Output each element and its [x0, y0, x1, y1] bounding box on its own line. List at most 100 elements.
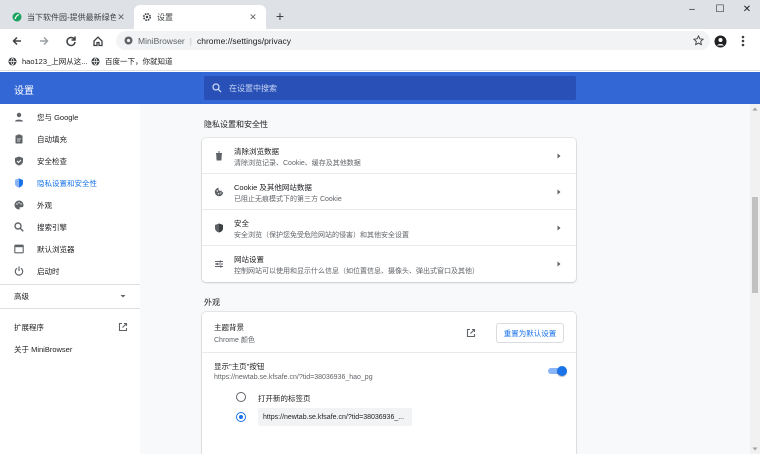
chevron-right-icon: [557, 153, 561, 159]
shield-icon: [15, 178, 23, 188]
row-title: Cookie 及其他网站数据: [234, 183, 312, 192]
bookmark-label: 百度一下，你就知道: [105, 57, 173, 66]
privacy-card: 清除浏览数据 清除浏览记录、Cookie、缓存及其他数据 Cookie 及其他网…: [202, 138, 576, 282]
avatar-icon: [714, 35, 726, 47]
sidebar-item-label: 隐私设置和安全性: [37, 178, 97, 188]
page-title: 设置: [14, 86, 34, 97]
scroll-up-icon[interactable]: [752, 106, 758, 112]
settings-header: 设置 在设置中搜索: [0, 72, 760, 104]
tab-softpark[interactable]: 当下软件园-提供最新绿色软件_纯 ✕: [4, 5, 134, 29]
cookies-row[interactable]: Cookie 及其他网站数据 已阻止无痕模式下的第三方 Cookie: [202, 174, 576, 210]
sidebar-item-label: 高级: [14, 291, 29, 301]
browser-window-icon: [14, 244, 24, 254]
reload-button[interactable]: [61, 31, 81, 51]
forward-button[interactable]: [34, 31, 54, 51]
sliders-icon: [215, 260, 223, 268]
row-subtitle: 安全浏览（保护您免受危险网站的侵害）和其他安全设置: [234, 232, 409, 239]
settings-search-input[interactable]: 在设置中搜索: [204, 76, 576, 100]
page-scrollbar[interactable]: [750, 104, 760, 454]
bookmark-star-icon[interactable]: [693, 35, 704, 46]
menu-button[interactable]: [733, 31, 753, 51]
settings-content: 隐私设置和安全性 清除浏览数据 清除浏览记录、Cookie、缓存及其他数据 Co…: [140, 104, 750, 454]
site-settings-row[interactable]: 网站设置 控制网站可以使用和显示什么信息（如位置信息、摄像头、弹出式窗口及其他）: [202, 246, 576, 282]
power-icon: [14, 266, 24, 276]
open-in-new-icon: [118, 322, 128, 332]
toolbar: MiniBrowser | chrome://settings/privacy: [0, 29, 760, 52]
security-row[interactable]: 安全 安全浏览（保护您免受危险网站的侵害）和其他安全设置: [202, 210, 576, 246]
reset-theme-button[interactable]: 重置为默认设置: [496, 323, 564, 343]
tab-settings[interactable]: 设置 ✕: [134, 5, 266, 29]
bookmark-label: hao123_上网从这...: [22, 57, 88, 66]
search-icon: [212, 83, 222, 93]
sidebar-item-label: 搜索引擎: [37, 222, 67, 232]
row-subtitle: 控制网站可以使用和显示什么信息（如位置信息、摄像头、弹出式窗口及其他）: [234, 268, 479, 275]
sidebar-item-advanced[interactable]: 高级: [0, 285, 140, 307]
profile-button[interactable]: [710, 31, 730, 51]
sidebar-item-label: 关于 MiniBrowser: [14, 344, 73, 354]
tab-title: 当下软件园-提供最新绿色软件_纯: [27, 12, 116, 22]
search-placeholder: 在设置中搜索: [229, 83, 277, 93]
home-button-toggle[interactable]: [548, 366, 567, 376]
chevron-right-icon: [557, 189, 561, 195]
radio-new-tab[interactable]: [236, 392, 246, 402]
bookmark-hao123[interactable]: hao123_上网从这...: [8, 55, 87, 68]
tab-strip: 当下软件园-提供最新绿色软件_纯 ✕ 设置 ✕ + – ☐ ✕: [0, 0, 760, 29]
sidebar-item-about[interactable]: 关于 MiniBrowser: [0, 338, 140, 360]
bookmark-baidu[interactable]: 百度一下，你就知道: [91, 55, 173, 68]
sidebar-divider: [0, 308, 140, 309]
security-shield-icon: [215, 223, 223, 233]
sidebar-item-privacy[interactable]: 隐私设置和安全性: [0, 172, 140, 194]
sidebar-item-label: 启动时: [37, 266, 60, 276]
close-window-button[interactable]: ✕: [733, 0, 760, 18]
globe-icon: [91, 57, 100, 66]
gear-icon: [142, 12, 152, 22]
open-in-new-icon[interactable]: [466, 328, 476, 338]
reload-icon: [66, 36, 76, 47]
back-button[interactable]: [7, 31, 27, 51]
sidebar-item-safety-check[interactable]: 安全检查: [0, 150, 140, 172]
sidebar-item-extensions[interactable]: 扩展程序: [0, 316, 140, 338]
address-bar[interactable]: MiniBrowser | chrome://settings/privacy: [116, 31, 710, 50]
tab-close-icon[interactable]: ✕: [116, 12, 126, 23]
site-info-icon[interactable]: [124, 36, 133, 45]
url-separator: |: [189, 35, 192, 46]
clear-browsing-data-row[interactable]: 清除浏览数据 清除浏览记录、Cookie、缓存及其他数据: [202, 138, 576, 174]
sidebar-item-search-engine[interactable]: 搜索引擎: [0, 216, 140, 238]
new-tab-button[interactable]: +: [271, 7, 289, 25]
sidebar-item-label: 扩展程序: [14, 322, 44, 332]
sidebar-item-default-browser[interactable]: 默认浏览器: [0, 238, 140, 260]
app-name: MiniBrowser: [138, 35, 185, 46]
more-vert-icon: [741, 35, 745, 47]
row-title: 网站设置: [234, 255, 264, 264]
clipboard-icon: [15, 134, 23, 144]
site-favicon-icon: [12, 12, 22, 22]
caret-down-icon: [120, 295, 126, 298]
home-button[interactable]: [88, 31, 108, 51]
palette-icon: [14, 200, 24, 210]
globe-icon: [8, 57, 17, 66]
person-icon: [15, 112, 23, 122]
trash-icon: [216, 151, 222, 161]
shield-check-icon: [15, 156, 23, 166]
radio-new-tab-label: 打开新的标签页: [258, 394, 311, 403]
privacy-section-title: 隐私设置和安全性: [204, 120, 268, 129]
sidebar-item-autofill[interactable]: 自动填充: [0, 128, 140, 150]
maximize-button[interactable]: ☐: [706, 0, 734, 18]
theme-value: Chrome 颜色: [214, 337, 255, 344]
sidebar-item-appearance[interactable]: 外观: [0, 194, 140, 216]
radio-custom-url[interactable]: [236, 412, 246, 422]
url-text: chrome://settings/privacy: [196, 35, 291, 46]
sidebar-item-label: 安全检查: [37, 156, 67, 166]
scroll-down-icon[interactable]: [752, 446, 758, 452]
custom-home-url-input[interactable]: https://newtab.se.kfsafe.cn/?tid=3803693…: [258, 408, 412, 426]
arrow-left-icon: [12, 36, 21, 46]
home-button-title: 显示"主页"按钮: [214, 362, 265, 371]
row-title: 安全: [234, 219, 249, 228]
scrollbar-thumb[interactable]: [752, 197, 758, 293]
minimize-button[interactable]: –: [678, 0, 706, 18]
sidebar-item-on-startup[interactable]: 启动时: [0, 260, 140, 282]
tab-close-icon[interactable]: ✕: [248, 12, 258, 23]
sidebar-item-label: 默认浏览器: [37, 244, 75, 254]
sidebar-item-you-and-google[interactable]: 您与 Google: [0, 106, 140, 128]
appearance-section-title: 外观: [204, 298, 220, 307]
